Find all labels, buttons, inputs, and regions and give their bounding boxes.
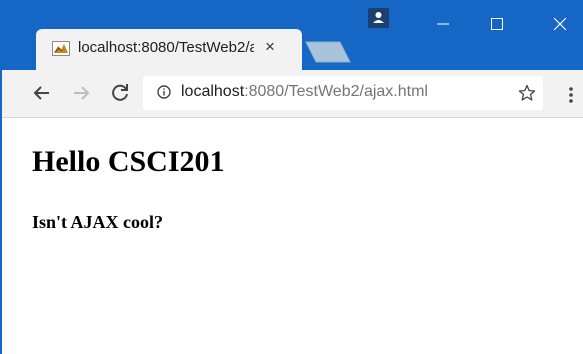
maximize-icon[interactable]	[474, 0, 520, 48]
star-icon[interactable]	[518, 84, 536, 102]
new-tab-icon[interactable]	[303, 40, 353, 64]
vertical-dots-icon[interactable]	[568, 85, 574, 105]
back-arrow-icon[interactable]	[29, 80, 55, 106]
address-bar[interactable]: localhost:8080/TestWeb2/ajax.html	[143, 76, 543, 110]
reload-icon[interactable]	[107, 80, 133, 106]
url-text: localhost:8080/TestWeb2/ajax.html	[181, 83, 428, 101]
close-icon[interactable]	[537, 0, 583, 48]
minimize-icon[interactable]	[420, 0, 466, 48]
page-subheading: Isn't AJAX cool?	[32, 212, 164, 232]
url-host: localhost	[181, 83, 245, 100]
browser-toolbar: localhost:8080/TestWeb2/ajax.html	[2, 70, 583, 118]
tab-close-button[interactable]: ×	[265, 37, 275, 57]
page-heading: Hello CSCI201	[32, 145, 225, 178]
url-path: :8080/TestWeb2/ajax.html	[244, 83, 428, 100]
page-content: Hello CSCI201 Isn't AJAX cool?	[2, 118, 583, 354]
person-icon[interactable]	[368, 8, 389, 28]
browser-tab[interactable]: localhost:8080/TestWeb2/ajax.html ×	[36, 29, 302, 70]
forward-arrow-icon[interactable]	[68, 80, 94, 106]
info-icon[interactable]	[157, 85, 171, 99]
tab-title: localhost:8080/TestWeb2/ajax.html	[78, 39, 254, 56]
tomcat-icon	[52, 41, 70, 56]
